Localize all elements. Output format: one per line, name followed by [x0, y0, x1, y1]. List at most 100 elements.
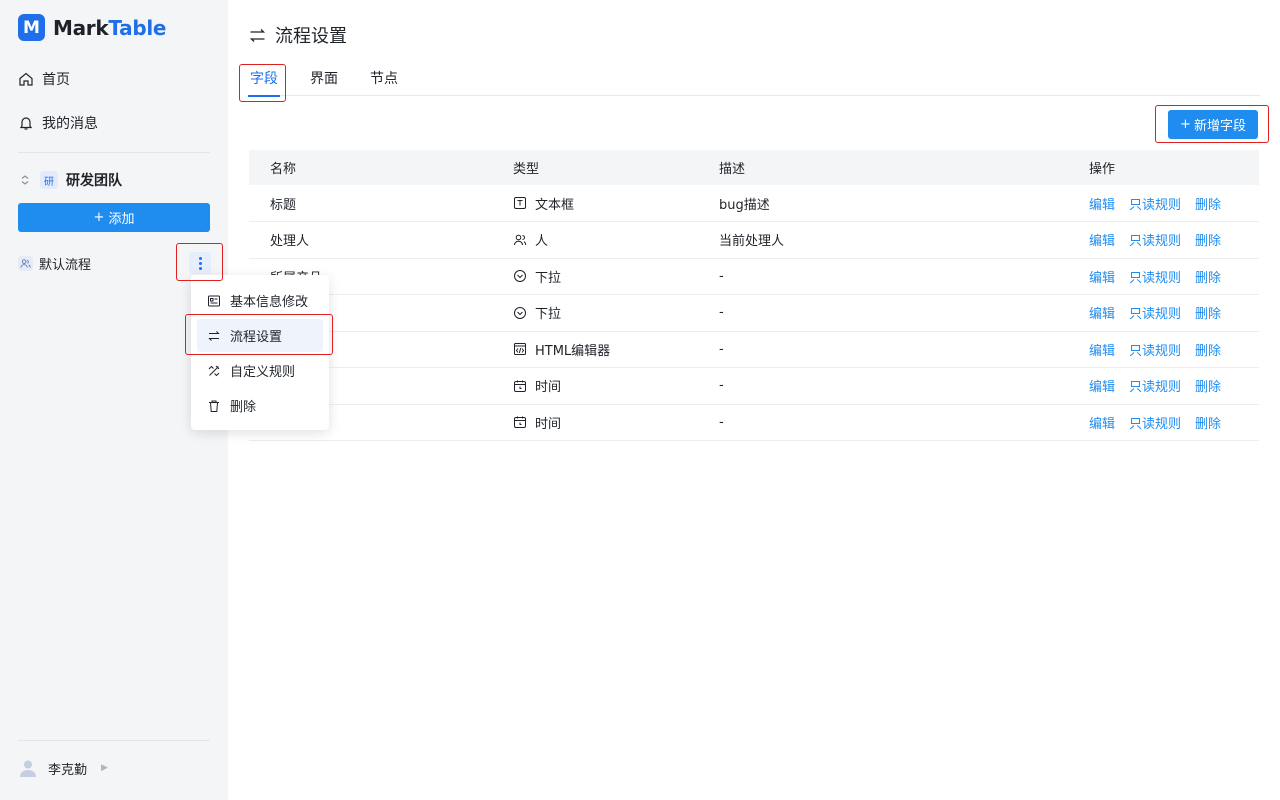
nav-home-label: 首页 [42, 72, 70, 88]
actions-cell: 编辑 只读规则 删除 [1089, 331, 1259, 368]
fields-table: 名称 类型 描述 操作 标题 文本框 bug描述 编辑 只读规则 删除 处理人 … [249, 150, 1259, 441]
calendar-icon [514, 380, 526, 392]
bell-icon [19, 117, 33, 130]
page-title: 流程设置 [248, 22, 347, 48]
delete-link[interactable]: 删除 [1195, 413, 1221, 432]
page-title-text: 流程设置 [275, 26, 347, 47]
trash-icon [209, 400, 219, 412]
home-icon [19, 72, 33, 86]
logo[interactable]: M MarkTable [18, 14, 166, 41]
field-type: 下拉 [535, 270, 562, 286]
field-desc: bug描述 [719, 185, 1089, 222]
delete-link[interactable]: 删除 [1195, 230, 1221, 249]
team-switcher[interactable]: 研 研发团队 [18, 169, 122, 191]
menu-item-custom-rules[interactable]: 自定义规则 [197, 354, 323, 387]
header-type: 类型 [513, 150, 719, 185]
actions-cell: 编辑 只读规则 删除 [1089, 294, 1259, 332]
readonly-rule-link[interactable]: 只读规则 [1129, 413, 1181, 432]
logo-mark: M [18, 14, 45, 41]
menu-item-basic-info[interactable]: 基本信息修改 [197, 284, 323, 317]
field-desc: - [719, 404, 1089, 441]
type-cell: HTML编辑器 [513, 331, 719, 368]
edit-link[interactable]: 编辑 [1089, 194, 1115, 213]
field-type: HTML编辑器 [535, 343, 611, 359]
edit-link[interactable]: 编辑 [1089, 376, 1115, 395]
tools-icon [208, 365, 220, 376]
add-button[interactable]: + 添加 [18, 203, 210, 232]
readonly-rule-link[interactable]: 只读规则 [1129, 376, 1181, 395]
sidebar-divider [18, 152, 210, 153]
new-field-label: 新增字段 [1193, 119, 1246, 134]
readonly-rule-link[interactable]: 只读规则 [1129, 267, 1181, 286]
logo-text: MarkTable [53, 15, 167, 40]
nav-messages-label: 我的消息 [42, 116, 98, 132]
edit-link[interactable]: 编辑 [1089, 230, 1115, 249]
field-type: 人 [535, 234, 549, 250]
table-row: 时间 时间 - 编辑 只读规则 删除 [249, 367, 1259, 405]
type-cell: 时间 [513, 404, 719, 441]
edit-link[interactable]: 编辑 [1089, 303, 1115, 322]
header-actions: 操作 [1089, 150, 1259, 185]
tab-interface[interactable]: 界面 [308, 64, 340, 96]
tab-bar: 字段 界面 节点 [248, 64, 1260, 97]
table-row: 下拉 - 编辑 只读规则 删除 [249, 294, 1259, 332]
field-desc: - [719, 294, 1089, 332]
plus-icon: + [1180, 117, 1191, 132]
readonly-rule-link[interactable]: 只读规则 [1129, 303, 1181, 322]
flow-icon [208, 330, 220, 341]
info-card-icon [208, 295, 220, 306]
field-type: 时间 [535, 380, 562, 396]
caret-right-icon: ▶ [101, 763, 108, 773]
textbox-icon [514, 197, 526, 209]
more-options-button[interactable] [181, 249, 219, 277]
type-cell: 下拉 [513, 258, 719, 295]
delete-link[interactable]: 删除 [1195, 267, 1221, 286]
flow-item-label: 默认流程 [39, 257, 92, 273]
delete-link[interactable]: 删除 [1195, 194, 1221, 213]
delete-link[interactable]: 删除 [1195, 340, 1221, 359]
menu-item-delete[interactable]: 删除 [197, 389, 323, 422]
readonly-rule-link[interactable]: 只读规则 [1129, 230, 1181, 249]
edit-link[interactable]: 编辑 [1089, 267, 1115, 286]
readonly-rule-link[interactable]: 只读规则 [1129, 194, 1181, 213]
users-icon [18, 255, 33, 271]
type-cell: 文本框 [513, 185, 719, 222]
field-desc: 当前处理人 [719, 221, 1089, 259]
nav-home[interactable]: 首页 [18, 67, 70, 91]
plus-icon: + [93, 210, 105, 225]
edit-link[interactable]: 编辑 [1089, 340, 1115, 359]
new-field-button[interactable]: + 新增字段 [1168, 110, 1258, 139]
team-name: 研发团队 [66, 173, 122, 189]
delete-link[interactable]: 删除 [1195, 376, 1221, 395]
field-type: 下拉 [535, 307, 562, 323]
user-profile[interactable]: 李克勤 ▶ [18, 758, 108, 778]
type-cell: 时间 [513, 367, 719, 405]
avatar-icon [20, 760, 36, 777]
calendar-icon [514, 416, 526, 429]
actions-cell: 编辑 只读规则 删除 [1089, 404, 1259, 441]
header-desc: 描述 [719, 150, 1089, 185]
menu-item-flow-settings[interactable]: 流程设置 [197, 319, 323, 352]
menu-item-label: 删除 [230, 400, 257, 415]
nav-messages[interactable]: 我的消息 [18, 111, 98, 135]
kebab-icon [189, 252, 211, 274]
chevron-updown-icon [21, 175, 29, 185]
table-row: 描述 HTML编辑器 - 编辑 只读规则 删除 [249, 331, 1259, 368]
user-name: 李克勤 [48, 762, 88, 778]
type-cell: 下拉 [513, 294, 719, 332]
field-desc: - [719, 258, 1089, 295]
tab-nodes[interactable]: 节点 [368, 64, 400, 96]
delete-link[interactable]: 删除 [1195, 303, 1221, 322]
table-row: 时间 时间 - 编辑 只读规则 删除 [249, 404, 1259, 441]
team-badge: 研 [40, 171, 58, 189]
tab-fields[interactable]: 字段 [248, 64, 280, 97]
readonly-rule-link[interactable]: 只读规则 [1129, 340, 1181, 359]
table-row: 标题 文本框 bug描述 编辑 只读规则 删除 [249, 185, 1259, 222]
table-header-row: 名称 类型 描述 操作 [249, 150, 1259, 185]
actions-cell: 编辑 只读规则 删除 [1089, 367, 1259, 405]
menu-item-label: 基本信息修改 [230, 295, 309, 310]
edit-link[interactable]: 编辑 [1089, 413, 1115, 432]
actions-cell: 编辑 只读规则 删除 [1089, 258, 1259, 295]
field-name: 标题 [249, 185, 513, 222]
type-cell: 人 [513, 221, 719, 259]
